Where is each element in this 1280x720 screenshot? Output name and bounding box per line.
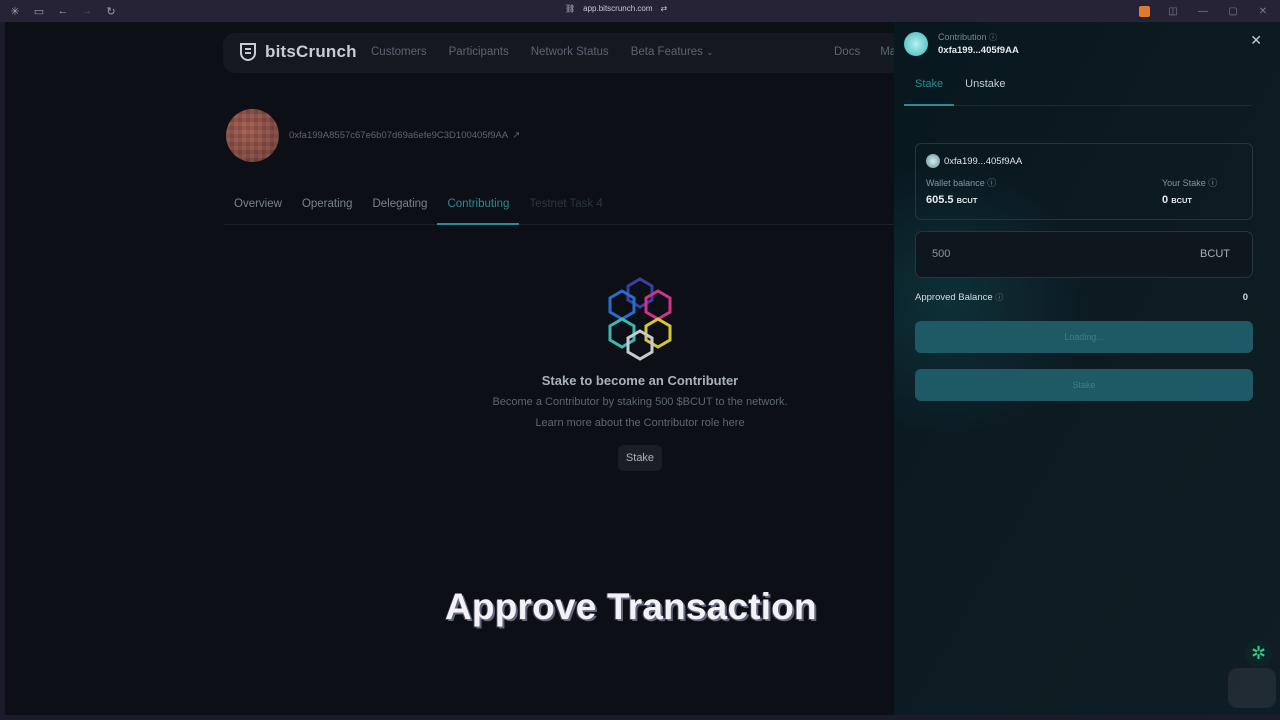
card-address-text: 0xfa199...405f9AA (944, 155, 1023, 167)
metamask-extension-icon[interactable] (1139, 5, 1150, 17)
learn-more-link[interactable]: Learn more about the Contributor role he… (445, 417, 835, 429)
maximize-icon[interactable]: ▢ (1226, 4, 1240, 18)
link-icon: ⛓ (565, 4, 576, 13)
forward-icon[interactable]: → (80, 4, 94, 18)
close-window-icon[interactable]: ✕ (1256, 4, 1270, 18)
info-icon[interactable]: ⓘ (1208, 178, 1217, 188)
panel-address: 0xfa199...405f9AA (938, 45, 1019, 56)
nav-item-network-status[interactable]: Network Status (531, 46, 609, 58)
browser-right-controls: ◫ — ▢ ✕ (1139, 4, 1270, 18)
browser-toolbar: ✳ ▭ ← → ↻ ⛓ app.bitscrunch.com ⇄ ◫ — ▢ ✕ (0, 0, 1280, 22)
url-text: app.bitscrunch.com (583, 4, 653, 13)
tab-operating[interactable]: Operating (292, 188, 363, 225)
panel-label: Contribution ⓘ (938, 32, 1019, 43)
tab-stake[interactable]: Stake (904, 74, 955, 106)
amount-unit: BCUT (1200, 248, 1230, 260)
amount-value: 500 (932, 248, 951, 260)
your-stake: Your Stake ⓘ 0 BCUT (1162, 176, 1217, 206)
info-icon[interactable]: ⓘ (995, 293, 1003, 302)
balance-card: 0xfa199...405f9AA Wallet balance ⓘ 605.5… (915, 143, 1253, 220)
tab-overview[interactable]: Overview (224, 188, 292, 225)
panel-label-text: Contribution (938, 32, 987, 42)
approved-balance-label: Approved Balance (915, 292, 993, 303)
top-nav: bitsCrunch Customers Participants Networ… (223, 33, 894, 73)
your-stake-value: 0 (1162, 194, 1169, 206)
tab-unstake[interactable]: Unstake (954, 74, 1016, 106)
reload-icon[interactable]: ↻ (104, 4, 118, 18)
panel-header: Contribution ⓘ 0xfa199...405f9AA (904, 32, 1019, 56)
bitscrunch-logo-icon (240, 43, 256, 61)
your-stake-unit: BCUT (1171, 196, 1193, 205)
sidebar-toggle-icon[interactable]: ▭ (32, 4, 46, 18)
corner-overlay (1228, 668, 1276, 708)
wallet-balance-value: 605.5 (926, 194, 954, 206)
split-view-icon[interactable]: ◫ (1166, 4, 1180, 18)
avatar (226, 109, 279, 162)
wallet-balance-label: Wallet balance (926, 178, 985, 188)
approved-balance-row: Approved Balance ⓘ 0 (915, 292, 1248, 303)
close-icon[interactable]: ✕ (1250, 32, 1262, 49)
hexagon-cluster-icon (608, 277, 672, 361)
assistant-fab-icon[interactable]: ✲ (1245, 640, 1272, 667)
card-address: 0xfa199...405f9AA (926, 154, 1022, 168)
panel-tabs: Stake Unstake (904, 74, 1252, 106)
info-icon[interactable]: ⓘ (989, 33, 997, 42)
empty-state-title: Stake to become an Contributer (541, 373, 739, 388)
wallet-balance-unit: BCUT (956, 196, 978, 205)
back-icon[interactable]: ← (56, 4, 70, 18)
nav-right: Docs Ma (834, 46, 894, 58)
approved-balance-value: 0 (1242, 292, 1248, 303)
address-bar[interactable]: ⛓ app.bitscrunch.com ⇄ (565, 4, 667, 13)
contribution-panel: Contribution ⓘ 0xfa199...405f9AA ✕ Stake… (894, 22, 1280, 715)
loading-button[interactable]: Loading... (915, 321, 1253, 353)
chevron-down-icon: ⌄ (706, 47, 714, 57)
empty-state: Stake to become an Contributer Become a … (445, 277, 835, 471)
your-stake-label: Your Stake (1162, 178, 1206, 188)
stake-button[interactable]: Stake (617, 445, 663, 471)
browser-left-controls: ✳ ▭ ← → ↻ (8, 4, 118, 18)
video-caption: Approve Transaction (445, 586, 817, 627)
amount-input[interactable]: 500 BCUT (915, 231, 1253, 278)
wallet-address[interactable]: 0xfa199A8557c67e6b07d69a6efe9C3D100405f9… (289, 130, 520, 141)
mini-avatar (926, 154, 940, 168)
minimize-icon[interactable]: — (1196, 4, 1210, 18)
nav-item-more[interactable]: Ma (880, 46, 894, 58)
nav-item-beta-features-label: Beta Features (630, 46, 703, 58)
profile-header: 0xfa199A8557c67e6b07d69a6efe9C3D100405f9… (226, 109, 520, 162)
empty-state-subtitle: Become a Contributor by staking 500 $BCU… (492, 396, 788, 408)
external-link-icon[interactable]: ↗ (512, 130, 520, 141)
wallet-address-text: 0xfa199A8557c67e6b07d69a6efe9C3D100405f9… (289, 130, 509, 141)
brand-logo[interactable]: bitsCrunch (237, 41, 357, 63)
nav-item-customers[interactable]: Customers (371, 46, 427, 58)
tab-testnet-task-4[interactable]: Testnet Task 4 (519, 188, 612, 225)
nav-menu: Customers Participants Network Status Be… (371, 46, 714, 58)
nav-item-beta-features[interactable]: Beta Features ⌄ (631, 46, 714, 58)
site-settings-icon[interactable]: ⇄ (661, 4, 668, 13)
tab-contributing[interactable]: Contributing (437, 188, 520, 225)
workspaces-icon[interactable]: ✳ (8, 4, 22, 18)
info-icon[interactable]: ⓘ (987, 178, 996, 188)
tab-delegating[interactable]: Delegating (362, 188, 437, 225)
nav-item-docs[interactable]: Docs (834, 46, 860, 58)
panel-avatar (904, 32, 928, 56)
nav-item-participants[interactable]: Participants (449, 46, 509, 58)
profile-tabs: Overview Operating Delegating Contributi… (224, 188, 894, 225)
brand-name: bitsCrunch (265, 42, 357, 61)
stake-submit-button[interactable]: Stake (915, 369, 1253, 401)
wallet-balance: Wallet balance ⓘ 605.5 BCUT (926, 176, 996, 206)
app-main: bitsCrunch Customers Participants Networ… (5, 22, 894, 715)
